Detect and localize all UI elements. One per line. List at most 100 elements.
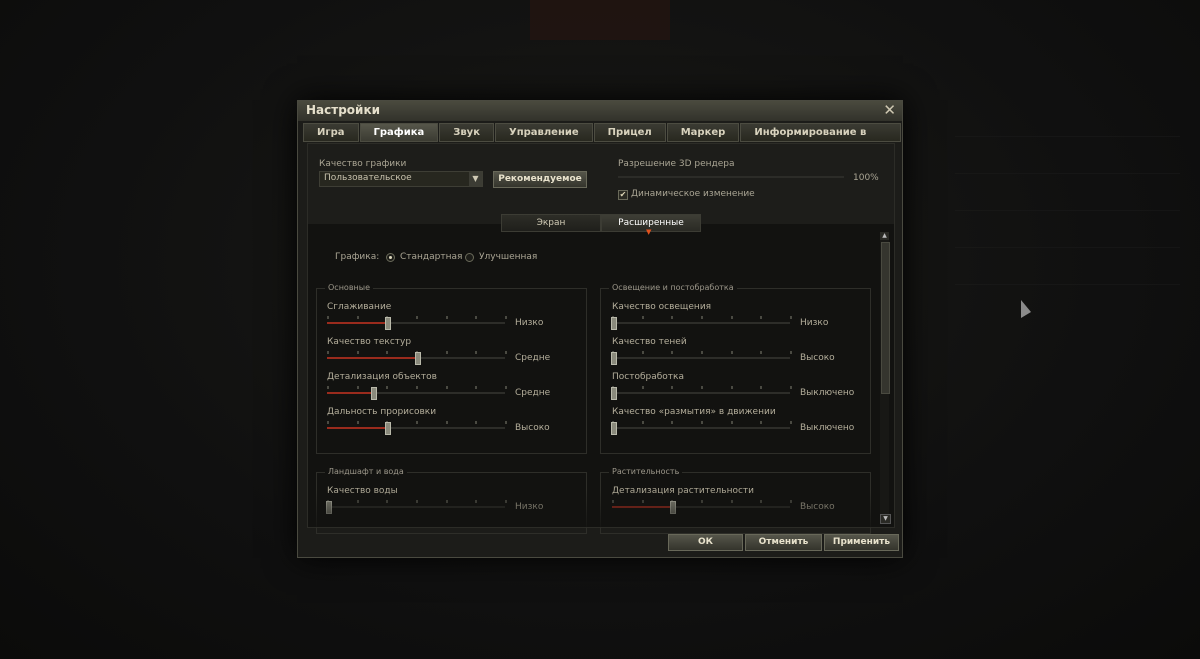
slider-label: Сглаживание (327, 302, 392, 312)
slider-tick (671, 351, 674, 354)
slider-thumb[interactable] (384, 422, 391, 435)
slider-track[interactable] (327, 421, 507, 435)
slider-tick (760, 421, 763, 424)
slider-row-lighting-2: Постобработка Выключено (611, 372, 862, 402)
slider-track[interactable] (611, 316, 792, 330)
slider-tick (701, 316, 703, 319)
settings-tabs: Игра Графика Звук Управление Прицел Маркер Инф… (303, 123, 902, 155)
slider-tick (386, 351, 389, 354)
slider-tick (386, 500, 389, 503)
slider-tick (671, 386, 674, 389)
slider-label: Качество освещения (612, 302, 712, 312)
slider-label: Качество теней (612, 337, 687, 347)
slider-value: Низко (515, 318, 544, 328)
scrollbar[interactable]: ▲ ▼ (880, 232, 891, 524)
radio-standard[interactable] (386, 253, 395, 262)
subtab-advanced[interactable]: Расширенные ▼ (601, 214, 701, 236)
dynamic-change-checkbox[interactable]: ✔ (618, 190, 628, 200)
scroll-thumb[interactable] (881, 242, 890, 394)
slider-tick (475, 351, 478, 354)
slider-tick (505, 386, 507, 389)
slider-thumb[interactable] (326, 501, 332, 514)
slider-track[interactable] (611, 351, 792, 365)
slider-thumb[interactable] (669, 501, 676, 514)
slider-label: Дальность прорисовки (327, 407, 437, 417)
quality-select[interactable]: Пользовательское ▼ (319, 171, 483, 187)
radio-improved[interactable] (465, 253, 474, 262)
slider-tick (790, 351, 792, 354)
slider-tick (641, 351, 644, 354)
slider-value: Низко (800, 318, 829, 328)
slider-value: Выключено (800, 423, 855, 433)
slider-track[interactable] (327, 386, 507, 400)
slider-tick (356, 500, 359, 503)
render-resolution-slider[interactable] (618, 176, 844, 178)
group-vegetation-title: Растительность (609, 467, 683, 476)
tab-5[interactable]: Маркер (666, 123, 740, 142)
slider-tick (445, 316, 448, 319)
chevron-down-icon[interactable]: ▼ (469, 172, 482, 186)
scroll-up-icon[interactable]: ▲ (880, 232, 889, 240)
slider-track[interactable] (326, 500, 507, 514)
tab-6[interactable]: Информирование в бою (740, 123, 901, 155)
render-resolution-value: 100% (853, 173, 879, 183)
slider-track[interactable] (611, 421, 792, 435)
tab-3[interactable]: Управление (495, 123, 593, 142)
dialog-footer: ОК Отменить Применить (298, 531, 902, 555)
slider-tick (760, 386, 763, 389)
recommended-button[interactable]: Рекомендуемое (493, 171, 587, 188)
slider-tick (356, 386, 359, 389)
tab-0[interactable]: Игра (303, 123, 359, 142)
slider-thumb[interactable] (415, 352, 421, 365)
subtab-advanced-label: Расширенные (618, 218, 684, 228)
slider-label: Детализация растительности (612, 486, 755, 496)
slider-track[interactable] (612, 500, 792, 514)
slider-thumb[interactable] (611, 317, 617, 330)
slider-value: Низко (515, 502, 544, 512)
slider-track[interactable] (327, 351, 507, 365)
dynamic-change-label: Динамическое изменение (631, 189, 755, 199)
slider-row-landscape-0: Качество воды Низко (326, 486, 577, 516)
slider-tick (641, 316, 644, 319)
slider-track[interactable] (327, 316, 507, 330)
slider-value: Выключено (800, 388, 855, 398)
slider-tick (701, 421, 703, 424)
tab-1[interactable]: Графика (359, 123, 439, 142)
slider-tick (475, 421, 478, 424)
slider-thumb[interactable] (611, 352, 617, 365)
apply-button[interactable]: Применить (824, 534, 899, 551)
slider-thumb[interactable] (370, 387, 377, 400)
slider-value: Средне (515, 353, 551, 363)
slider-row-vegetation-0: Детализация растительности Высоко (612, 486, 862, 516)
slider-tick (730, 351, 733, 354)
slider-row-lighting-1: Качество теней Высоко (611, 337, 862, 367)
tab-4[interactable]: Прицел (593, 123, 666, 142)
ok-button[interactable]: ОК (668, 534, 743, 551)
slider-fill (612, 506, 671, 508)
slider-label: Детализация объектов (327, 372, 437, 382)
slider-tick (730, 386, 733, 389)
slider-tick (356, 316, 359, 319)
scroll-down-icon[interactable]: ▼ (880, 514, 891, 524)
slider-tick (671, 421, 674, 424)
slider-tick (475, 500, 478, 503)
cancel-button[interactable]: Отменить (745, 534, 822, 551)
slider-fill (327, 392, 372, 394)
slider-tick (505, 316, 507, 319)
slider-tick (445, 351, 448, 354)
slider-thumb[interactable] (611, 387, 617, 400)
slider-tick (327, 421, 329, 424)
slider-tick (416, 316, 418, 319)
slider-row-basic-1: Качество текстур Средне (327, 337, 577, 367)
tab-2[interactable]: Звук (439, 123, 494, 142)
slider-thumb[interactable] (384, 317, 391, 330)
close-icon[interactable]: ✕ (883, 101, 896, 119)
slider-tick (416, 386, 418, 389)
background-side-panel (955, 100, 1180, 300)
quality-label: Качество графики (319, 159, 407, 169)
slider-tick (475, 316, 478, 319)
subtab-screen[interactable]: Экран (501, 214, 601, 232)
slider-thumb[interactable] (611, 422, 617, 435)
slider-track[interactable] (611, 386, 792, 400)
slider-tick (327, 316, 329, 319)
